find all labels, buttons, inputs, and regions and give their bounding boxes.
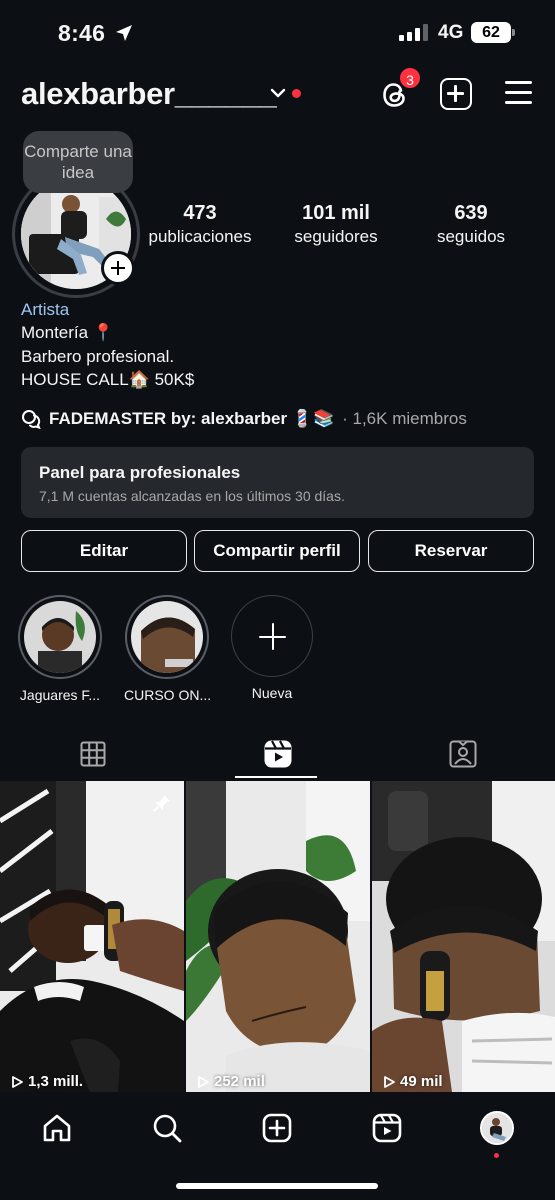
play-icon <box>384 1075 395 1088</box>
book-button[interactable]: Reservar <box>368 530 534 572</box>
reel-thumbnail[interactable]: 49 mil <box>372 781 555 1092</box>
threads-badge: 3 <box>398 66 422 90</box>
create-icon <box>262 1113 292 1143</box>
highlight-label: CURSO ON... <box>124 687 212 703</box>
highlight-ring <box>125 595 209 679</box>
community-name: FADEMASTER by: alexbarber 💈📚 <box>49 409 335 428</box>
create-post-icon[interactable] <box>440 78 472 110</box>
bio-line: HOUSE CALL🏠 50K$ <box>21 370 195 389</box>
add-highlight-icon <box>231 595 313 677</box>
stat-followers-value: 101 mil <box>302 202 370 224</box>
community-chat-icon <box>22 410 41 429</box>
reel-thumbnail[interactable]: 252 mil <box>186 781 370 1092</box>
edit-profile-button[interactable]: Editar <box>21 530 187 572</box>
highlight-thumbnail <box>131 601 203 673</box>
pin-icon <box>153 795 170 812</box>
highlight-label: Jaguares F... <box>19 687 101 703</box>
profile-avatar <box>480 1111 514 1145</box>
username-switcher[interactable]: alexbarber______ <box>21 76 277 112</box>
share-profile-button[interactable]: Compartir perfil <box>194 530 360 572</box>
highlight-ring <box>18 595 102 679</box>
pro-panel-title: Panel para profesionales <box>39 463 241 482</box>
grid-icon <box>80 741 105 767</box>
highlight-item[interactable]: CURSO ON... <box>124 595 212 703</box>
menu-icon[interactable] <box>505 81 532 105</box>
bio-line: Barbero profesional. <box>21 347 175 366</box>
highlight-item[interactable]: Jaguares F... <box>17 595 103 703</box>
highlight-thumbnail <box>24 601 96 673</box>
nav-search[interactable] <box>147 1108 187 1148</box>
status-bar: 8:46 4G 62 <box>0 0 555 66</box>
community-members: · 1,6K miembros <box>342 409 467 428</box>
stat-posts-label: publicaciones <box>148 227 252 246</box>
reels-icon <box>372 1113 402 1143</box>
location-arrow-icon <box>116 25 132 41</box>
active-tab-indicator <box>235 776 317 778</box>
search-icon <box>153 1114 182 1143</box>
reel-views-text: 1,3 mill. <box>28 1073 84 1090</box>
tab-tagged[interactable] <box>370 730 555 778</box>
status-time: 8:46 <box>58 20 106 46</box>
battery-tip <box>512 29 515 36</box>
nav-profile[interactable] <box>477 1108 517 1148</box>
reel-view-count: 1,3 mill. <box>10 1073 83 1090</box>
stat-followers[interactable]: 101 mil seguidores <box>281 202 391 247</box>
tagged-icon <box>449 740 476 768</box>
battery-icon: 62 <box>471 22 511 43</box>
notification-dot <box>292 89 301 98</box>
nav-reels[interactable] <box>367 1108 407 1148</box>
signal-icon <box>399 24 428 41</box>
community-link[interactable]: FADEMASTER by: alexbarber 💈📚 · 1,6K miem… <box>21 409 467 429</box>
home-icon <box>43 1114 71 1142</box>
add-story-button[interactable] <box>101 251 135 285</box>
stat-posts[interactable]: 473 publicaciones <box>140 202 260 247</box>
highlight-label: Nueva <box>251 685 293 701</box>
play-icon <box>12 1075 23 1088</box>
stat-following-label: seguidos <box>436 227 506 246</box>
tab-reels[interactable] <box>185 730 370 778</box>
nav-create[interactable] <box>257 1108 297 1148</box>
bio-line: Montería 📍 <box>21 323 114 342</box>
stat-following-value: 639 <box>454 202 488 224</box>
nav-home[interactable] <box>37 1108 77 1148</box>
stat-followers-label: seguidores <box>294 227 378 246</box>
new-highlight-button[interactable]: Nueva <box>229 595 315 701</box>
play-icon <box>198 1075 209 1088</box>
stat-posts-value: 473 <box>183 202 217 224</box>
pro-panel-subtitle: 7,1 M cuentas alcanzadas en los últimos … <box>39 488 345 504</box>
notification-dot <box>494 1153 499 1158</box>
professional-dashboard[interactable]: Panel para profesionales 7,1 M cuentas a… <box>21 447 534 518</box>
reel-view-count: 252 mil <box>196 1073 265 1090</box>
share-idea-tooltip[interactable]: Comparte una idea <box>23 131 133 193</box>
stat-following[interactable]: 639 seguidos <box>421 202 521 247</box>
reel-views-text: 252 mil <box>214 1073 265 1090</box>
reel-views-text: 49 mil <box>400 1073 443 1090</box>
chevron-down-icon[interactable] <box>270 87 286 99</box>
tab-posts-grid[interactable] <box>0 730 185 778</box>
profile-category: Artista <box>21 300 70 319</box>
reel-view-count: 49 mil <box>382 1073 443 1090</box>
reel-thumbnail[interactable]: 1,3 mill. <box>0 781 184 1092</box>
network-type: 4G <box>438 22 464 43</box>
home-indicator[interactable] <box>176 1183 378 1189</box>
reels-icon <box>264 740 291 768</box>
